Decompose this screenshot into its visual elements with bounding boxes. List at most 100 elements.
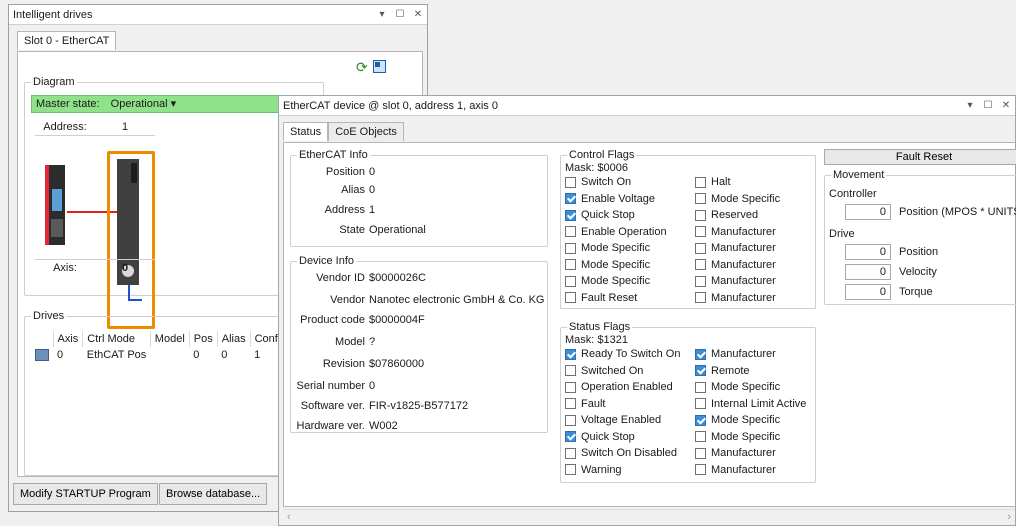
dropdown-icon[interactable]: ▾ bbox=[961, 100, 979, 111]
checkbox[interactable] bbox=[565, 431, 576, 442]
drive-torque-field[interactable]: 0 bbox=[845, 284, 891, 300]
serial-key: Serial number bbox=[296, 380, 365, 392]
col-model[interactable]: Model bbox=[150, 331, 190, 347]
checkbox[interactable] bbox=[565, 209, 576, 221]
checkbox[interactable] bbox=[565, 414, 576, 426]
flag-label: Enable Voltage bbox=[581, 192, 656, 205]
checkbox[interactable] bbox=[565, 259, 576, 270]
checkbox[interactable] bbox=[565, 242, 576, 254]
axis-label: Axis: bbox=[53, 262, 77, 274]
intelligent-drives-titlebar[interactable]: Intelligent drives ▾ ☐ ✕ bbox=[9, 5, 427, 25]
checkbox[interactable] bbox=[695, 226, 706, 237]
tab-status[interactable]: Status bbox=[283, 122, 329, 141]
checkbox[interactable] bbox=[695, 242, 706, 254]
maximize-icon[interactable]: ☐ bbox=[979, 100, 997, 111]
flag-right-7: Manufacturer bbox=[695, 464, 776, 476]
status-mask: Mask: $1321 bbox=[565, 334, 628, 346]
drive-label: Drive bbox=[829, 228, 855, 240]
checkbox[interactable] bbox=[565, 464, 576, 475]
maximize-icon[interactable]: ☐ bbox=[391, 9, 409, 20]
flag-label: Mode Specific bbox=[581, 242, 651, 254]
drive-velocity-field[interactable]: 0 bbox=[845, 264, 891, 280]
window-view-icon[interactable] bbox=[373, 60, 386, 73]
address-label: Address: bbox=[43, 121, 87, 133]
flag-right-1: Mode Specific bbox=[695, 193, 780, 205]
flag-left-0: Switch On bbox=[565, 176, 631, 188]
checkbox[interactable] bbox=[695, 209, 706, 221]
horizontal-scrollbar[interactable]: ‹ › bbox=[283, 509, 1015, 525]
checkbox[interactable] bbox=[565, 176, 576, 188]
checkbox[interactable] bbox=[695, 365, 706, 376]
device-model: Model? bbox=[291, 336, 375, 348]
scroll-right-icon[interactable]: › bbox=[1007, 511, 1011, 523]
dropdown-icon[interactable]: ▾ bbox=[373, 9, 391, 20]
fault-reset-button[interactable]: Fault Reset bbox=[824, 149, 1016, 165]
tab-coe-objects[interactable]: CoE Objects bbox=[328, 122, 404, 141]
browse-database-button[interactable]: Browse database... bbox=[159, 483, 268, 505]
controller-label: Controller bbox=[829, 188, 877, 200]
close-icon[interactable]: ✕ bbox=[409, 9, 427, 20]
checkbox[interactable] bbox=[565, 226, 576, 237]
flag-right-3: Internal Limit Active bbox=[695, 398, 806, 410]
master-state-value[interactable]: Operational ▾ bbox=[111, 98, 176, 110]
modify-startup-button[interactable]: Modify STARTUP Program bbox=[13, 483, 158, 505]
flag-right-2: Reserved bbox=[695, 209, 758, 221]
control-flags-group: Control Flags Mask: $0006 Switch On Enabl… bbox=[560, 149, 816, 309]
flag-label: Mode Specific bbox=[581, 275, 651, 287]
checkbox[interactable] bbox=[565, 275, 576, 287]
checkbox[interactable] bbox=[695, 398, 706, 409]
checkbox[interactable] bbox=[695, 176, 706, 188]
checkbox[interactable] bbox=[695, 447, 706, 459]
software-value: FIR-v1825-B577172 bbox=[369, 400, 469, 412]
address-row: Address: 1 bbox=[35, 121, 155, 136]
info-position-value: 0 bbox=[369, 166, 376, 178]
flag-left-5: Mode Specific bbox=[565, 259, 650, 271]
col-alias[interactable]: Alias bbox=[217, 331, 251, 347]
checkbox[interactable] bbox=[565, 365, 576, 376]
col-icon bbox=[31, 331, 54, 347]
checkbox[interactable] bbox=[695, 348, 706, 360]
device-vendor-id: Vendor ID $0000026C bbox=[291, 272, 426, 284]
scroll-left-icon[interactable]: ‹ bbox=[287, 511, 291, 523]
checkbox[interactable] bbox=[565, 348, 576, 360]
flag-left-0: Ready To Switch On bbox=[565, 348, 680, 360]
checkbox[interactable] bbox=[695, 275, 706, 287]
checkbox[interactable] bbox=[695, 193, 706, 204]
flag-label: Mode Specific bbox=[711, 192, 781, 205]
info-address: Address 1 bbox=[291, 204, 375, 216]
info-position: Position 0 bbox=[291, 166, 375, 178]
checkbox[interactable] bbox=[695, 431, 706, 442]
flag-left-1: Enable Voltage bbox=[565, 193, 655, 205]
vendor-id-value: $0000026C bbox=[369, 272, 426, 284]
checkbox[interactable] bbox=[695, 292, 706, 303]
controller-position-field[interactable]: 0 bbox=[845, 204, 891, 220]
tab-slot-0[interactable]: Slot 0 - EtherCAT bbox=[17, 31, 117, 50]
checkbox[interactable] bbox=[565, 398, 576, 409]
col-ctrl-mode[interactable]: Ctrl Mode bbox=[82, 331, 151, 347]
drive-top bbox=[131, 163, 137, 183]
col-axis[interactable]: Axis bbox=[53, 331, 84, 347]
ethercat-device-titlebar[interactable]: EtherCAT device @ slot 0, address 1, axi… bbox=[279, 96, 1015, 116]
checkbox[interactable] bbox=[565, 292, 576, 303]
close-icon[interactable]: ✕ bbox=[997, 100, 1015, 111]
flag-left-7: Fault Reset bbox=[565, 292, 637, 304]
controller-device[interactable] bbox=[45, 165, 65, 245]
table-row[interactable]: 0 EthCAT Pos 0 0 1 bbox=[31, 347, 291, 363]
checkbox[interactable] bbox=[565, 193, 576, 204]
checkbox[interactable] bbox=[695, 381, 706, 393]
drives-title: Drives bbox=[31, 310, 67, 322]
info-position-key: Position bbox=[325, 166, 365, 178]
flag-right-7: Manufacturer bbox=[695, 292, 776, 304]
device-revision: Revision $07860000 bbox=[291, 358, 424, 370]
checkbox[interactable] bbox=[695, 414, 706, 426]
checkbox[interactable] bbox=[695, 464, 706, 475]
col-pos[interactable]: Pos bbox=[189, 331, 218, 347]
window-title: EtherCAT device @ slot 0, address 1, axi… bbox=[283, 99, 498, 112]
checkbox[interactable] bbox=[695, 259, 706, 270]
cell-ctrl-mode: EthCAT Pos bbox=[86, 349, 147, 362]
vendor-id-key: Vendor ID bbox=[316, 272, 365, 284]
checkbox[interactable] bbox=[565, 381, 576, 393]
drive-position-field[interactable]: 0 bbox=[845, 244, 891, 260]
refresh-icon[interactable]: ⟳ bbox=[356, 60, 370, 74]
checkbox[interactable] bbox=[565, 447, 576, 459]
